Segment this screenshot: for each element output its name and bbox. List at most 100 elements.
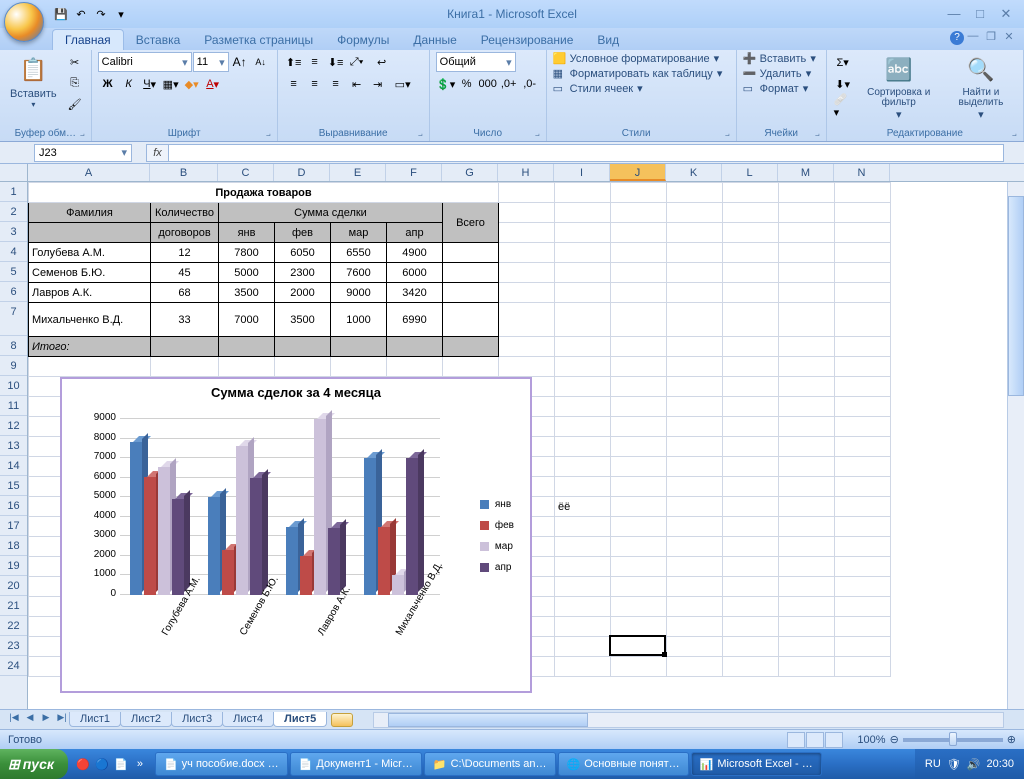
undo-icon[interactable]: ↶: [72, 5, 90, 23]
view-normal-icon[interactable]: [787, 732, 805, 748]
tray-icon[interactable]: 🛡: [947, 758, 961, 771]
sheet-tab[interactable]: Лист2: [120, 712, 172, 727]
ribbon-tab-0[interactable]: Главная: [52, 29, 124, 50]
cut-icon[interactable]: ✂: [65, 52, 85, 72]
taskbar-button[interactable]: 📊Microsoft Excel - …: [691, 752, 822, 776]
number-format-combo[interactable]: Общий▾: [436, 52, 516, 72]
taskbar-button[interactable]: 📁C:\Documents an…: [424, 752, 556, 776]
tray-lang[interactable]: RU: [925, 758, 941, 770]
tray-icon[interactable]: 🔊: [967, 758, 981, 771]
column-header[interactable]: B: [150, 164, 218, 181]
bold-button[interactable]: Ж: [98, 74, 118, 94]
conditional-format-button[interactable]: 🟨Условное форматирование ▾: [553, 52, 720, 65]
sheet-tab[interactable]: Лист4: [222, 712, 274, 727]
autosum-icon[interactable]: Σ▾: [833, 52, 853, 72]
embedded-chart[interactable]: Сумма сделок за 4 месяца 900080007000600…: [60, 377, 532, 693]
ql-opera-icon[interactable]: 🔴: [74, 755, 92, 773]
ribbon-tab-1[interactable]: Вставка: [124, 30, 193, 50]
currency-icon[interactable]: 💲▾: [436, 74, 456, 94]
save-icon[interactable]: 💾: [52, 5, 70, 23]
start-button[interactable]: ⊞пуск: [0, 749, 68, 779]
taskbar-button[interactable]: 🌐Основные понят…: [558, 752, 689, 776]
row-header[interactable]: 5: [0, 262, 27, 282]
vertical-scrollbar[interactable]: [1007, 182, 1024, 709]
tab-last-icon[interactable]: ▶|: [54, 712, 70, 728]
tab-next-icon[interactable]: ▶: [38, 712, 54, 728]
column-header[interactable]: G: [442, 164, 498, 181]
cell-styles-button[interactable]: ▭Стили ячеек ▾: [553, 82, 643, 95]
font-family-combo[interactable]: Calibri▾: [98, 52, 192, 72]
formula-input[interactable]: [168, 144, 1004, 162]
ribbon-tab-6[interactable]: Вид: [585, 30, 631, 50]
row-header[interactable]: 8: [0, 336, 27, 356]
row-header[interactable]: 3: [0, 222, 27, 242]
row-header[interactable]: 7: [0, 302, 27, 336]
align-left-icon[interactable]: ≡: [284, 74, 304, 94]
column-header[interactable]: M: [778, 164, 834, 181]
row-header[interactable]: 1: [0, 182, 27, 202]
find-select-button[interactable]: 🔍 Найти и выделить▾: [945, 52, 1017, 123]
zoom-slider[interactable]: [903, 738, 1003, 742]
paste-button[interactable]: 📋 Вставить▾: [6, 52, 61, 111]
row-header[interactable]: 18: [0, 536, 27, 556]
row-header[interactable]: 4: [0, 242, 27, 262]
sheet-tab[interactable]: Лист5: [273, 712, 327, 727]
format-table-button[interactable]: ▦Форматировать как таблицу ▾: [553, 67, 723, 80]
clear-icon[interactable]: 🩹▾: [833, 96, 853, 116]
close-button[interactable]: ✕: [996, 6, 1016, 22]
column-header[interactable]: K: [666, 164, 722, 181]
wrap-text-button[interactable]: ↩: [368, 52, 396, 72]
qat-dropdown-icon[interactable]: ▾: [112, 5, 130, 23]
sheet-tab[interactable]: Лист1: [69, 712, 121, 727]
border-button[interactable]: ▦▾: [161, 74, 181, 94]
worksheet-grid[interactable]: 123456789101112131415161718192021222324 …: [0, 164, 1024, 709]
row-header[interactable]: 14: [0, 456, 27, 476]
row-header[interactable]: 2: [0, 202, 27, 222]
ribbon-tab-2[interactable]: Разметка страницы: [192, 30, 325, 50]
cells-area[interactable]: ABCDEFGHIJKLMN Продажа товаровФамилияКол…: [28, 164, 1024, 709]
copy-icon[interactable]: ⎘: [65, 73, 85, 93]
office-button[interactable]: [4, 2, 44, 42]
row-header[interactable]: 9: [0, 356, 27, 376]
column-header[interactable]: I: [554, 164, 610, 181]
column-header[interactable]: F: [386, 164, 442, 181]
column-header[interactable]: C: [218, 164, 274, 181]
row-header[interactable]: 20: [0, 576, 27, 596]
sort-filter-button[interactable]: 🔤 Сортировка и фильтр▾: [857, 52, 941, 123]
tab-first-icon[interactable]: |◀: [6, 712, 22, 728]
maximize-button[interactable]: □: [970, 6, 990, 22]
row-header[interactable]: 21: [0, 596, 27, 616]
fill-color-button[interactable]: ◆▾: [182, 74, 202, 94]
doc-minimize-button[interactable]: —: [966, 30, 980, 43]
zoom-in-button[interactable]: ⊕: [1007, 733, 1016, 746]
row-header[interactable]: 13: [0, 436, 27, 456]
ribbon-tab-5[interactable]: Рецензирование: [469, 30, 586, 50]
doc-close-button[interactable]: ✕: [1002, 30, 1016, 43]
font-size-combo[interactable]: 11▾: [193, 52, 229, 72]
column-header[interactable]: L: [722, 164, 778, 181]
font-color-button[interactable]: A▾: [203, 74, 223, 94]
taskbar-button[interactable]: 📄Документ1 - Micr…: [290, 752, 422, 776]
comma-icon[interactable]: 000: [478, 74, 498, 94]
align-center-icon[interactable]: ≡: [305, 74, 325, 94]
row-header[interactable]: 6: [0, 282, 27, 302]
row-header[interactable]: 24: [0, 656, 27, 676]
column-header[interactable]: J: [610, 164, 666, 181]
ql-desktop-icon[interactable]: »: [131, 755, 149, 773]
column-header[interactable]: H: [498, 164, 554, 181]
select-all-button[interactable]: [0, 164, 27, 182]
align-top-icon[interactable]: ⬆≡: [284, 52, 304, 72]
format-button[interactable]: ▭Формат ▾: [743, 82, 809, 95]
view-layout-icon[interactable]: [806, 732, 824, 748]
increase-indent-icon[interactable]: ⇥: [368, 74, 388, 94]
horizontal-scrollbar[interactable]: [373, 712, 1004, 728]
decrease-indent-icon[interactable]: ⇤: [347, 74, 367, 94]
delete-button[interactable]: ➖Удалить ▾: [743, 67, 812, 80]
column-header[interactable]: A: [28, 164, 150, 181]
column-header[interactable]: N: [834, 164, 890, 181]
percent-icon[interactable]: %: [457, 74, 477, 94]
decrease-decimal-icon[interactable]: ,0-: [520, 74, 540, 94]
taskbar-button[interactable]: 📄уч пособие.docx …: [155, 752, 288, 776]
row-header[interactable]: 15: [0, 476, 27, 496]
merge-button[interactable]: ▭▾: [389, 74, 417, 94]
